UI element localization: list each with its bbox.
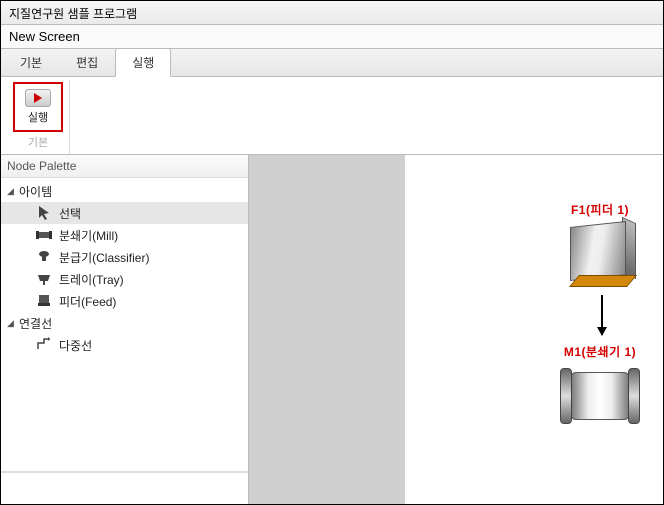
- palette-group-connectors[interactable]: ◢ 연결선: [1, 312, 248, 334]
- pointer-icon: [35, 205, 53, 221]
- body: Node Palette ◢ 아이템 선택 분쇄기(Mill): [1, 155, 663, 504]
- mill-icon: [35, 227, 53, 243]
- ribbon-tabs: 기본 편집 실행: [1, 49, 663, 77]
- feeder-icon: [35, 293, 53, 309]
- feeder-3d-icon: [560, 220, 640, 290]
- palette-item-mill[interactable]: 분쇄기(Mill): [1, 224, 248, 246]
- palette-item-label: 선택: [59, 205, 81, 222]
- canvas-node-feeder[interactable]: F1(피더 1): [555, 201, 645, 290]
- edge-arrow[interactable]: [601, 295, 603, 335]
- palette-item-label: 트레이(Tray): [59, 271, 124, 288]
- twisty-icon: ◢: [7, 186, 17, 197]
- palette-item-feeder[interactable]: 피더(Feed): [1, 290, 248, 312]
- palette-footer: [1, 472, 248, 504]
- tab-edit[interactable]: 편집: [59, 48, 115, 76]
- node-label: M1(분쇄기 1): [555, 343, 645, 360]
- palette-item-classifier[interactable]: 분급기(Classifier): [1, 246, 248, 268]
- tray-icon: [35, 271, 53, 287]
- play-icon: [25, 89, 51, 107]
- palette-header: Node Palette: [1, 155, 248, 178]
- ribbon: 실행 기본: [1, 77, 663, 155]
- palette-group-label: 연결선: [19, 315, 52, 332]
- palette-item-label: 피더(Feed): [59, 293, 116, 310]
- node-palette: Node Palette ◢ 아이템 선택 분쇄기(Mill): [1, 155, 249, 504]
- palette-group-label: 아이템: [19, 183, 52, 200]
- window-title: 지질연구원 샘플 프로그램: [1, 1, 663, 25]
- mill-3d-icon: [560, 362, 640, 432]
- run-button-label: 실행: [28, 109, 48, 125]
- palette-item-select[interactable]: 선택: [1, 202, 248, 224]
- palette-item-label: 다중선: [59, 337, 92, 354]
- palette-item-polyline[interactable]: 다중선: [1, 334, 248, 356]
- ribbon-group-basic: 실행 기본: [7, 80, 70, 154]
- palette-tree: ◢ 아이템 선택 분쇄기(Mill): [1, 178, 248, 472]
- tab-basic[interactable]: 기본: [3, 48, 59, 76]
- palette-item-label: 분쇄기(Mill): [59, 227, 118, 244]
- polyline-icon: [35, 337, 53, 353]
- app-window: 지질연구원 샘플 프로그램 New Screen 기본 편집 실행 실행 기본 …: [0, 0, 664, 505]
- run-button[interactable]: 실행: [13, 82, 63, 132]
- canvas-node-mill[interactable]: M1(분쇄기 1): [555, 343, 645, 432]
- design-canvas[interactable]: F1(피더 1) M1(분쇄기 1): [249, 155, 663, 504]
- classifier-icon: [35, 249, 53, 265]
- ribbon-group-label: 기본: [28, 134, 48, 150]
- node-label: F1(피더 1): [555, 201, 645, 218]
- palette-item-tray[interactable]: 트레이(Tray): [1, 268, 248, 290]
- canvas-paper[interactable]: F1(피더 1) M1(분쇄기 1): [405, 155, 663, 504]
- screen-name: New Screen: [1, 25, 663, 49]
- twisty-icon: ◢: [7, 318, 17, 329]
- palette-group-items[interactable]: ◢ 아이템: [1, 180, 248, 202]
- tab-run[interactable]: 실행: [115, 48, 171, 77]
- palette-item-label: 분급기(Classifier): [59, 249, 149, 266]
